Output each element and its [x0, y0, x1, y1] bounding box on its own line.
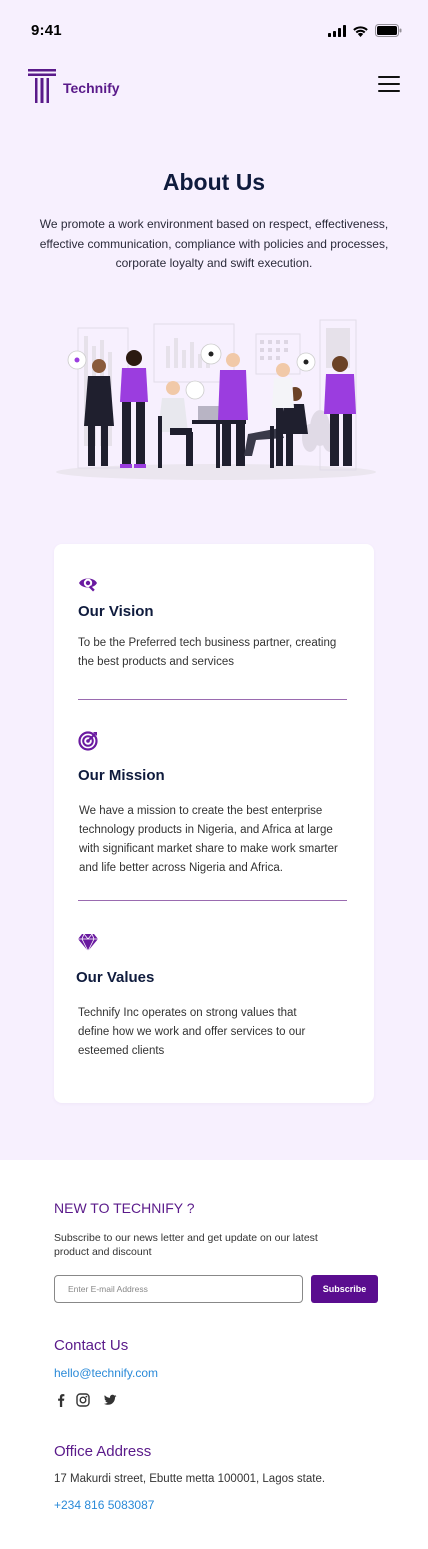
- signal-icon: [328, 24, 346, 37]
- about-intro: We promote a work environment based on r…: [39, 217, 389, 270]
- divider: [78, 900, 347, 901]
- vision-text: To be the Preferred tech business partne…: [78, 637, 337, 668]
- values-heading: Our Values: [76, 969, 155, 986]
- status-time: 9:41: [31, 22, 62, 39]
- mission-heading: Our Mission: [78, 767, 165, 784]
- vision-heading: Our Vision: [78, 603, 154, 620]
- technify-logo-icon[interactable]: [28, 69, 56, 103]
- facebook-icon[interactable]: [54, 1393, 68, 1407]
- battery-icon: [375, 24, 402, 37]
- subscribe-button[interactable]: Subscribe: [311, 1275, 378, 1303]
- status-icons: [328, 24, 402, 37]
- eye-icon: [79, 578, 97, 592]
- newsletter-subtitle: Subscribe to our news letter and get upd…: [54, 1232, 318, 1258]
- email-input[interactable]: Enter E-mail Address: [54, 1275, 303, 1303]
- values-text: Technify Inc operates on strong values t…: [78, 1007, 306, 1057]
- values-card: Our Vision To be the Preferred tech busi…: [54, 544, 374, 1103]
- office-phone-link[interactable]: +234 816 5083087: [54, 1498, 154, 1512]
- team-illustration: [56, 319, 376, 480]
- divider: [78, 699, 347, 700]
- brand-name[interactable]: Technify: [63, 80, 120, 96]
- office-address: 17 Makurdi street, Ebutte metta 100001, …: [54, 1473, 326, 1485]
- office-heading: Office Address: [54, 1443, 152, 1460]
- instagram-icon[interactable]: [76, 1393, 90, 1407]
- mission-text: We have a mission to create the best ent…: [79, 805, 338, 874]
- hamburger-menu-icon[interactable]: [378, 74, 400, 94]
- wifi-icon: [353, 25, 368, 37]
- twitter-icon[interactable]: [103, 1393, 117, 1407]
- contact-heading: Contact Us: [54, 1337, 129, 1354]
- contact-email-link[interactable]: hello@technify.com: [54, 1366, 158, 1380]
- page-title: About Us: [162, 169, 266, 195]
- diamond-icon: [78, 933, 98, 952]
- status-bar: 9:41: [0, 0, 428, 60]
- newsletter-heading: NEW TO TECHNIFY ?: [54, 1200, 195, 1216]
- target-icon: [78, 731, 98, 751]
